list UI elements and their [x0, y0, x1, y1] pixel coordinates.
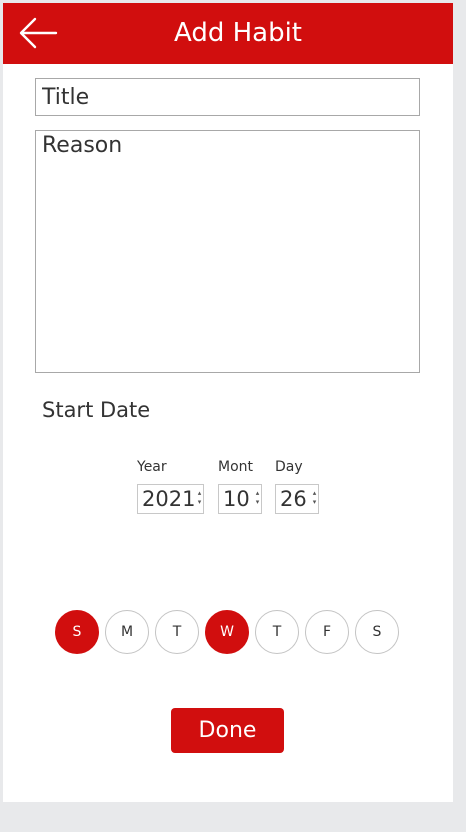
weekday-sunday[interactable]: S — [55, 610, 99, 654]
title-input[interactable] — [35, 78, 420, 116]
month-spinner[interactable]: 10 ▴ ▾ — [218, 484, 262, 514]
day-spin-arrows-icon[interactable]: ▴ ▾ — [312, 489, 317, 509]
year-value: 2021 — [142, 487, 196, 511]
day-spinner[interactable]: 26 ▴ ▾ — [275, 484, 319, 514]
month-label: Mont — [218, 459, 254, 475]
app-window: Add Habit Start Date Year 2021 ▴▾ Mont 1… — [3, 3, 453, 802]
weekday-tuesday[interactable]: T — [155, 610, 199, 654]
month-value: 10 — [223, 487, 250, 511]
day-value: 26 — [280, 487, 307, 511]
day-column: Day 26 ▴ ▾ — [275, 458, 319, 514]
year-spinner[interactable]: 2021 ▴ ▾ — [137, 484, 204, 514]
done-button[interactable]: Done — [171, 708, 284, 753]
year-column: Year 2021 ▴ ▾ — [137, 458, 204, 514]
month-column: Mont 10 ▴ ▾ — [218, 458, 262, 514]
month-spin-arrows-icon[interactable]: ▴ ▾ — [255, 489, 260, 509]
app-header: Add Habit — [3, 3, 453, 64]
page-title: Add Habit — [173, 18, 302, 48]
weekday-thursday[interactable]: T — [255, 610, 299, 654]
reason-textarea[interactable] — [35, 130, 420, 373]
weekday-wednesday[interactable]: W — [205, 610, 249, 654]
weekday-friday[interactable]: F — [305, 610, 349, 654]
weekday-monday[interactable]: M — [105, 610, 149, 654]
start-date-label: Start Date — [42, 398, 151, 422]
weekday-selector: S M T W T F S — [55, 610, 399, 654]
weekday-saturday[interactable]: S — [355, 610, 399, 654]
year-label: Year — [137, 459, 167, 475]
year-spin-arrows-icon[interactable]: ▴ ▾ — [197, 489, 202, 509]
day-label: Day — [275, 459, 303, 475]
